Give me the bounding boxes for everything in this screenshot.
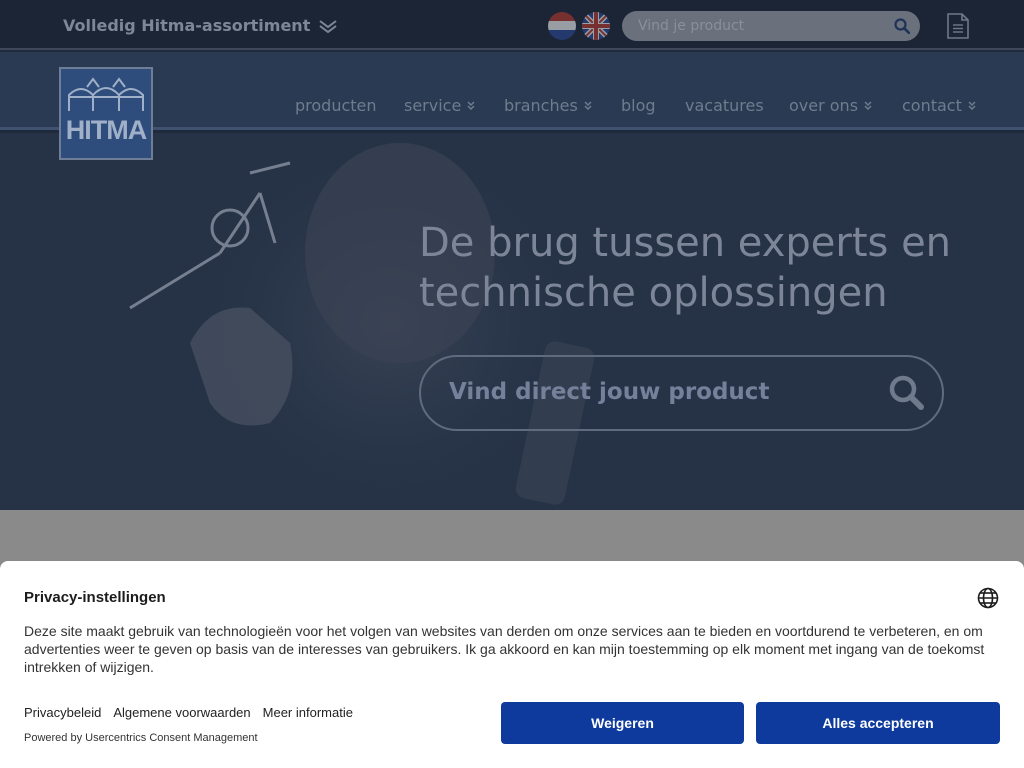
double-chevron-down-icon	[467, 101, 475, 110]
double-chevron-down-icon	[319, 19, 337, 33]
nav-item-label: service	[404, 96, 462, 115]
hero-background-image	[129, 133, 595, 510]
top-bar: Volledig Hitma-assortiment	[0, 0, 1024, 50]
terms-link[interactable]: Algemene voorwaarden	[113, 705, 250, 720]
hitma-logo[interactable]: HITMA	[59, 67, 153, 160]
nav-item-label: contact	[902, 96, 962, 115]
more-info-link[interactable]: Meer informatie	[263, 705, 353, 720]
top-search-input[interactable]	[622, 11, 920, 41]
hero-title-line-2: technische oplossingen	[419, 270, 888, 316]
double-chevron-down-icon	[864, 101, 872, 110]
deny-button[interactable]: Weigeren	[501, 702, 744, 744]
dutch-flag-icon[interactable]	[548, 12, 576, 40]
hero-banner: De brug tussen experts en technische opl…	[0, 133, 1024, 510]
nav-item-branches[interactable]: branches	[504, 96, 592, 115]
hero-title: De brug tussen experts en technische opl…	[419, 218, 979, 318]
nav-item-label: over ons	[789, 96, 859, 115]
nav-item-blog[interactable]: blog	[621, 96, 656, 115]
privacy-policy-link[interactable]: Privacybeleid	[24, 705, 101, 720]
hero-search-field[interactable]: Vind direct jouw product	[419, 355, 944, 431]
document-icon[interactable]	[947, 13, 969, 39]
nav-item-service[interactable]: service	[404, 96, 475, 115]
nav-item-vacatures[interactable]: vacatures	[685, 96, 764, 115]
nav-item-label: blog	[621, 96, 656, 115]
nav-item-contact[interactable]: contact	[902, 96, 976, 115]
hero-title-line-1: De brug tussen experts en	[419, 220, 952, 266]
top-search	[622, 11, 920, 41]
bridge-logo-icon	[68, 77, 144, 111]
nav-item-over-ons[interactable]: over ons	[789, 96, 872, 115]
main-nav: producten service branches blog vacature…	[0, 96, 1024, 118]
consent-text: Deze site maakt gebruik van technologieë…	[24, 623, 985, 675]
main-navbar	[0, 52, 1024, 130]
globe-icon[interactable]	[977, 587, 999, 609]
double-chevron-down-icon	[584, 101, 592, 110]
search-icon[interactable]	[894, 18, 910, 34]
powered-by-text: Powered by Usercentrics Consent Manageme…	[24, 732, 258, 744]
double-chevron-down-icon	[968, 101, 976, 110]
nav-item-label: branches	[504, 96, 578, 115]
consent-links: Privacybeleid Algemene voorwaarden Meer …	[24, 705, 353, 720]
nav-item-producten[interactable]: producten	[295, 96, 377, 115]
privacy-consent-banner: Privacy-instellingen Deze site maakt geb…	[0, 561, 1024, 768]
assortment-label: Volledig Hitma-assortiment	[63, 16, 311, 35]
hero-search-placeholder: Vind direct jouw product	[449, 379, 770, 405]
nav-item-label: vacatures	[685, 96, 764, 115]
consent-title: Privacy-instellingen	[24, 589, 166, 606]
uk-flag-icon[interactable]	[582, 12, 610, 40]
search-icon[interactable]	[888, 374, 924, 410]
logo-text: HITMA	[65, 115, 147, 145]
assortment-toggle[interactable]: Volledig Hitma-assortiment	[63, 16, 337, 35]
accept-all-button[interactable]: Alles accepteren	[756, 702, 1000, 744]
nav-item-label: producten	[295, 96, 377, 115]
